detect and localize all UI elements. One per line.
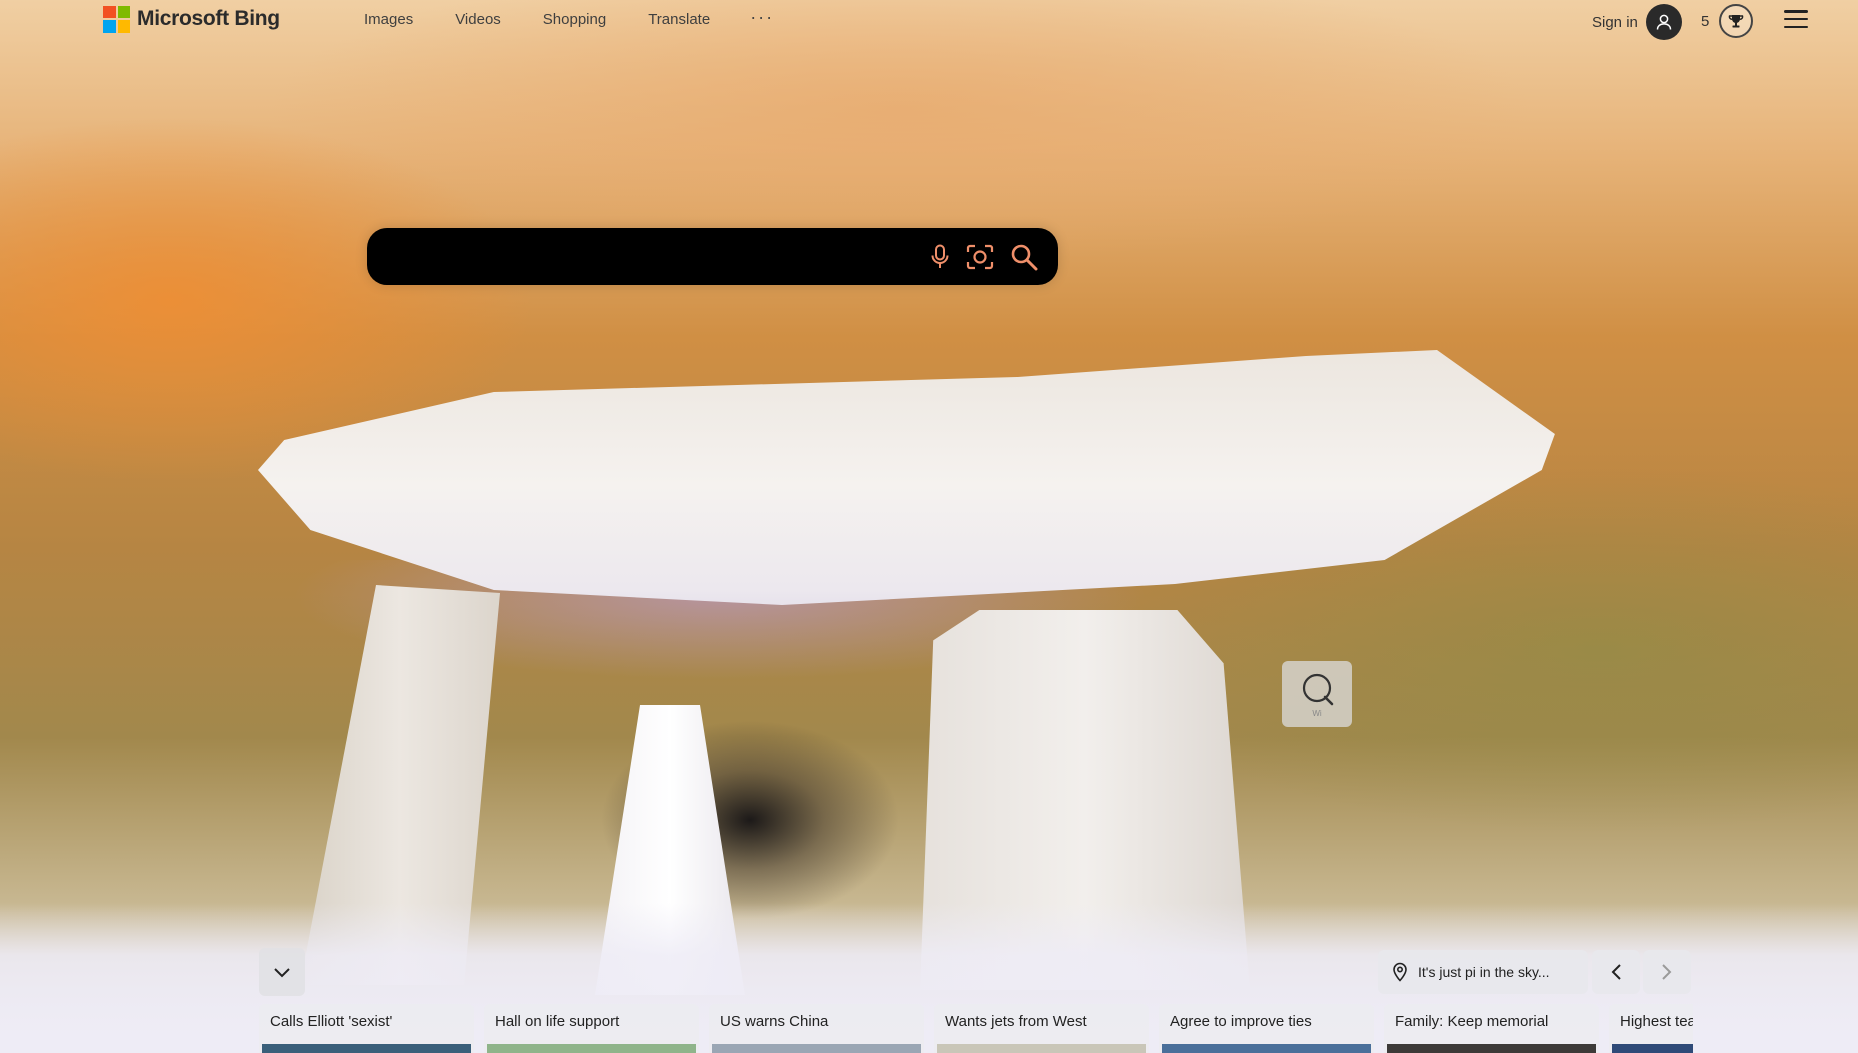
rewards-button[interactable]: 5 — [1701, 4, 1754, 38]
hotspot-caption: Wi — [1312, 708, 1322, 718]
map-pin-icon — [1393, 962, 1407, 982]
news-thumbnail — [712, 1044, 921, 1053]
news-title: Calls Elliott 'sexist' — [270, 1013, 393, 1030]
nav-more-button[interactable]: ··· — [750, 8, 774, 30]
logo-text: Microsoft Bing — [137, 7, 280, 30]
chevron-right-icon — [1662, 964, 1672, 980]
news-thumbnail — [937, 1044, 1146, 1053]
news-title: Hall on life support — [495, 1013, 620, 1030]
search-input[interactable] — [367, 228, 920, 285]
news-thumbnail — [487, 1044, 696, 1053]
sign-in-button[interactable]: Sign in — [1592, 4, 1682, 40]
news-thumbnail — [1612, 1044, 1693, 1053]
hamburger-icon[interactable] — [1784, 10, 1808, 28]
news-card[interactable]: Wants jets from West — [934, 1004, 1149, 1053]
user-icon — [1645, 4, 1682, 40]
news-thumbnail — [1387, 1044, 1596, 1053]
location-text: It's just pi in the sky... — [1418, 964, 1550, 980]
microphone-icon[interactable] — [920, 237, 960, 277]
camera-scan-icon[interactable] — [960, 237, 1000, 277]
bing-logo[interactable]: Microsoft Bing — [103, 4, 280, 34]
search-bubble-icon — [1302, 673, 1334, 705]
news-thumbnail — [1162, 1044, 1371, 1053]
trophy-icon — [1719, 4, 1754, 38]
next-image-button[interactable] — [1643, 950, 1691, 994]
news-card[interactable]: Family: Keep memorial — [1384, 1004, 1599, 1053]
news-card[interactable]: Calls Elliott 'sexist' — [259, 1004, 474, 1053]
news-title: Family: Keep memorial — [1395, 1013, 1549, 1030]
top-nav: Images Videos Shopping Translate ··· — [364, 8, 816, 30]
news-carousel: Calls Elliott 'sexist' Hall on life supp… — [259, 1004, 1693, 1053]
nav-shopping[interactable]: Shopping — [543, 10, 606, 30]
image-location-info[interactable]: It's just pi in the sky... — [1378, 950, 1588, 994]
sign-in-label: Sign in — [1592, 13, 1638, 31]
nav-videos[interactable]: Videos — [455, 10, 501, 30]
chevron-left-icon — [1611, 964, 1621, 980]
news-title: US warns China — [720, 1013, 829, 1030]
image-hotspot[interactable]: Wi — [1282, 661, 1352, 727]
rewards-count: 5 — [1701, 12, 1710, 30]
news-card[interactable]: Highest tea — [1609, 1004, 1693, 1053]
news-card[interactable]: Agree to improve ties — [1159, 1004, 1374, 1053]
nav-images[interactable]: Images — [364, 10, 413, 30]
background-image — [0, 0, 1858, 1053]
collapse-feed-button[interactable] — [259, 948, 305, 996]
previous-image-button[interactable] — [1592, 950, 1640, 994]
search-box — [367, 228, 1058, 285]
nav-translate[interactable]: Translate — [648, 10, 710, 30]
news-title: Wants jets from West — [945, 1013, 1087, 1030]
news-card[interactable]: US warns China — [709, 1004, 924, 1053]
news-title: Agree to improve ties — [1170, 1013, 1312, 1030]
microsoft-logo-icon — [103, 5, 130, 33]
chevron-down-icon — [274, 968, 290, 978]
news-card[interactable]: Hall on life support — [484, 1004, 699, 1053]
news-title: Highest tea — [1620, 1013, 1693, 1030]
top-header: Microsoft Bing Images Videos Shopping Tr… — [0, 0, 1858, 40]
magnifier-icon[interactable] — [1004, 237, 1044, 277]
news-thumbnail — [262, 1044, 471, 1053]
